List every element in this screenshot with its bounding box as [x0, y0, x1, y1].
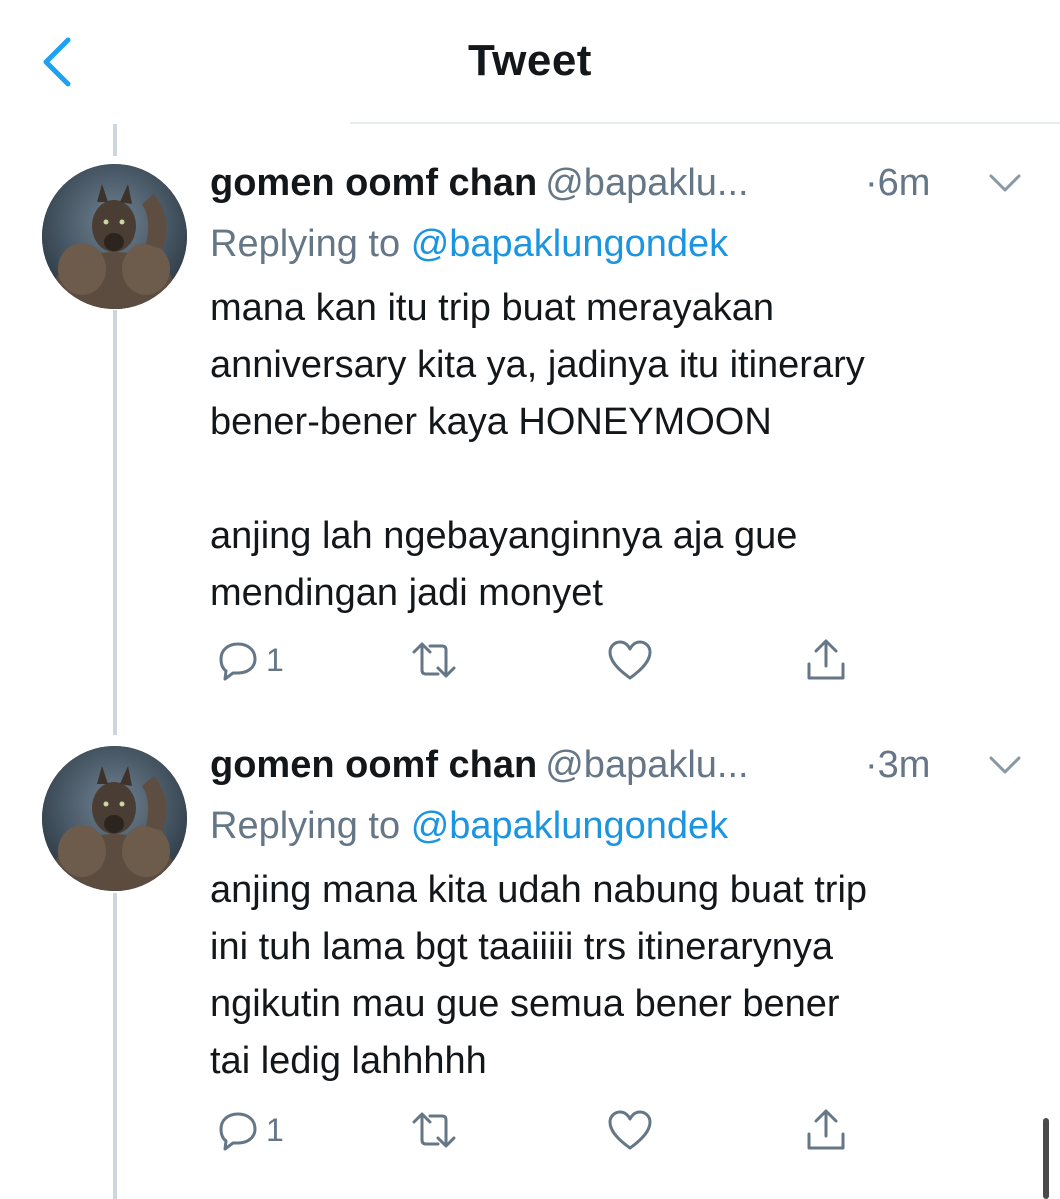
- user-handle[interactable]: @bapaklu...: [545, 744, 748, 786]
- thread-line-middle: [113, 310, 117, 735]
- avatar[interactable]: [42, 746, 187, 891]
- reply-icon: [219, 1112, 257, 1151]
- replying-to-label: Replying to: [210, 223, 401, 265]
- tweet-actions: 1: [210, 630, 1010, 690]
- avatar-image: [42, 164, 187, 309]
- reply-count: 1: [266, 1111, 284, 1148]
- tweet-header: gomen oomf chan @bapaklu... ·3m: [210, 740, 1021, 800]
- replying-to-label: Replying to: [210, 805, 401, 847]
- share-button[interactable]: [804, 1100, 848, 1160]
- like-button[interactable]: [606, 630, 654, 690]
- tweet-text: anjing mana kita udah nabung buat trip i…: [210, 869, 868, 1082]
- tweet[interactable]: gomen oomf chan @bapaklu... ·6m Replying …: [210, 158, 1021, 622]
- reply-button[interactable]: 1: [216, 1100, 284, 1160]
- top-bar: Tweet: [0, 0, 1060, 124]
- reply-icon: [219, 642, 257, 681]
- user-handle[interactable]: @bapaklu...: [545, 162, 748, 204]
- share-button[interactable]: [804, 630, 848, 690]
- display-name[interactable]: gomen oomf chan: [210, 744, 537, 786]
- display-name[interactable]: gomen oomf chan: [210, 162, 537, 204]
- retweet-button[interactable]: [408, 1100, 460, 1160]
- tweet-header: gomen oomf chan @bapaklu... ·6m: [210, 158, 1021, 218]
- thread-line-bottom: [113, 893, 117, 1199]
- like-button[interactable]: [606, 1100, 654, 1160]
- retweet-icon: [412, 1112, 456, 1148]
- timestamp[interactable]: ·3m: [865, 740, 930, 790]
- chevron-down-icon[interactable]: [985, 750, 1025, 780]
- thread-line-top: [113, 124, 117, 156]
- avatar-image: [42, 746, 187, 891]
- retweet-icon: [412, 642, 456, 678]
- scrollbar[interactable]: [1043, 1118, 1049, 1199]
- heart-icon: [608, 1110, 652, 1150]
- tweet[interactable]: gomen oomf chan @bapaklu... ·3m Replying …: [210, 740, 1021, 1090]
- reply-count: 1: [266, 641, 284, 678]
- avatar[interactable]: [42, 164, 187, 309]
- share-icon: [807, 639, 845, 680]
- page-title: Tweet: [468, 36, 592, 85]
- share-icon: [807, 1109, 845, 1150]
- replying-to-mention[interactable]: @bapaklungondek: [411, 805, 729, 847]
- replying-to: Replying to @bapaklungondek: [210, 218, 1010, 270]
- retweet-button[interactable]: [408, 630, 460, 690]
- timestamp[interactable]: ·6m: [865, 158, 930, 208]
- chevron-down-icon[interactable]: [985, 168, 1025, 198]
- tweet-actions: 1: [210, 1100, 1010, 1160]
- heart-icon: [608, 640, 652, 680]
- replying-to: Replying to @bapaklungondek: [210, 800, 1010, 852]
- reply-button[interactable]: 1: [216, 630, 284, 690]
- replying-to-mention[interactable]: @bapaklungondek: [411, 223, 729, 265]
- header-divider: [350, 122, 1060, 124]
- tweet-text: mana kan itu trip buat merayakan anniver…: [210, 287, 865, 614]
